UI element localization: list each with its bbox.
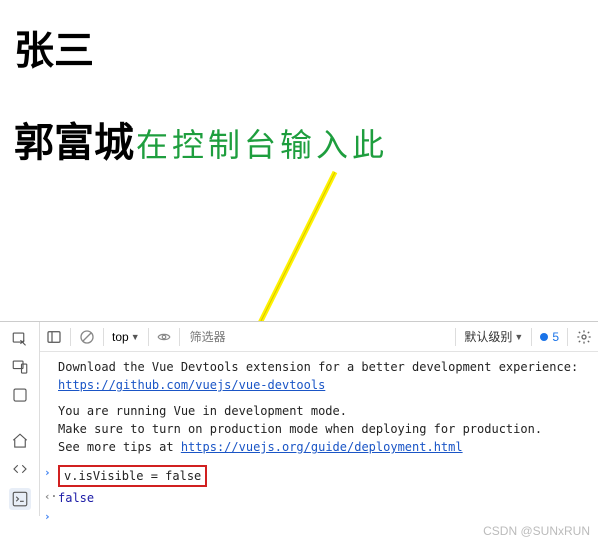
output-prompt-icon: ‹· [44,489,57,506]
devtools-panel: top ▼ 默认级别 ▼ 5 Download the Vue Devtools… [0,321,598,516]
console-toolbar: top ▼ 默认级别 ▼ 5 [40,322,598,352]
console-prompt-line[interactable]: › [58,508,588,510]
link[interactable]: https://vuejs.org/guide/deployment.html [181,440,463,454]
input-prompt-icon: › [44,465,51,482]
console-output-line: ‹· false [58,488,588,508]
input-prompt-icon: › [44,509,51,526]
code-icon[interactable] [11,460,29,478]
console-icon[interactable] [9,488,31,510]
output-value: false [58,491,94,505]
watermark: CSDN @SUNxRUN [483,524,590,538]
inspect-icon[interactable] [11,330,29,348]
home-icon[interactable] [11,432,29,450]
page-heading-1: 张三 [14,18,584,76]
link[interactable]: https://github.com/vuejs/vue-devtools [58,378,325,392]
gear-icon[interactable] [576,329,592,345]
highlighted-input: v.isVisible = false [58,465,207,487]
context-label: top [112,330,129,344]
device-icon[interactable] [11,358,29,376]
overlay-annotation: 在控制台输入此 [136,120,388,166]
page-heading-2: 郭富城 [14,110,134,168]
hidden-messages-count[interactable]: 5 [540,330,559,344]
clear-console-icon[interactable] [79,329,95,345]
devtools-sidebar [0,322,40,516]
live-expression-icon[interactable] [157,330,171,344]
console-log-message: You are running Vue in development mode.… [58,402,588,456]
chevron-down-icon: ▼ [131,332,140,342]
log-level-label: 默认级别 [464,328,512,345]
info-dot-icon [540,333,548,341]
log-level-selector[interactable]: 默认级别 ▼ [464,328,523,345]
window-icon[interactable] [11,386,29,404]
console-input-line: › v.isVisible = false [58,464,588,488]
console-log-message: Download the Vue Devtools extension for … [58,358,588,394]
context-selector[interactable]: top ▼ [112,330,140,344]
filter-input[interactable] [188,329,448,345]
chevron-down-icon: ▼ [514,332,523,342]
sidebar-toggle-icon[interactable] [46,329,62,345]
console-body[interactable]: Download the Vue Devtools extension for … [40,352,598,516]
hidden-count-value: 5 [552,330,559,344]
